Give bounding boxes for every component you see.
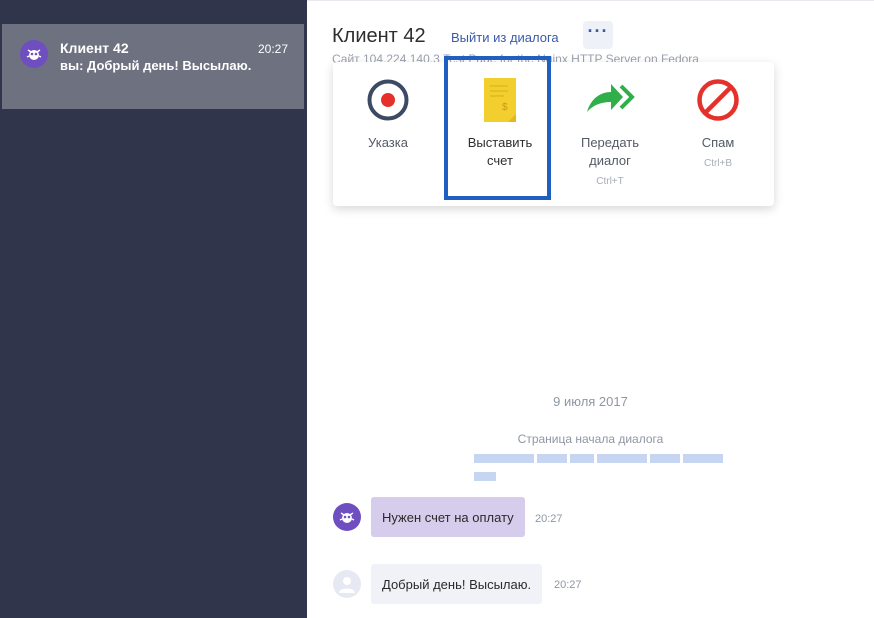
action-transfer-dialog[interactable]: Передать диалог Ctrl+T — [560, 62, 660, 206]
record-icon — [366, 78, 410, 122]
action-label: Передать диалог — [580, 135, 639, 168]
user-icon — [339, 577, 355, 593]
client-title: Клиент 42 — [332, 25, 426, 47]
forward-icon — [587, 78, 635, 122]
chat-name: Клиент 42 — [60, 40, 129, 56]
message-time: 20:27 — [535, 513, 563, 525]
action-label: Выставить счет — [467, 135, 533, 168]
action-issue-invoice[interactable]: $ Выставить счет — [450, 62, 550, 206]
more-actions-button[interactable]: ··· — [583, 21, 613, 49]
action-hotkey: Ctrl+B — [703, 158, 733, 169]
client-avatar — [333, 503, 361, 531]
app-root: Клиент 42 20:27 вы: Добрый день! Высылаю… — [0, 0, 874, 618]
chat-avatar — [20, 40, 48, 68]
more-dots-icon: ··· — [587, 21, 609, 41]
operator-avatar — [333, 570, 361, 598]
action-label: Спам — [701, 135, 735, 150]
chat-preview: вы: Добрый день! Высылаю. — [60, 58, 252, 73]
start-page-label: Страница начала диалога — [517, 432, 664, 446]
message-bubble-operator: Добрый день! Высылаю. — [371, 564, 543, 604]
dialog-panel: Клиент 42 Выйти из диалога ··· Сайт 104.… — [307, 0, 874, 618]
actions-dropdown: Указка $ Выставить счет Передать диалог … — [333, 62, 774, 206]
action-label: Указка — [368, 135, 408, 150]
bug-icon — [339, 512, 355, 523]
start-page-url-blurred — [474, 450, 746, 481]
action-pointer[interactable]: Указка — [338, 62, 438, 206]
block-icon — [696, 78, 740, 122]
conversation-date: 9 июля 2017 — [553, 394, 628, 409]
action-spam[interactable]: Спам Ctrl+B — [668, 62, 768, 206]
bug-icon — [26, 49, 42, 60]
sidebar: Клиент 42 20:27 вы: Добрый день! Высылаю… — [0, 0, 307, 618]
message-time: 20:27 — [554, 579, 582, 591]
chat-time: 20:27 — [257, 42, 288, 56]
invoice-icon: $ — [478, 78, 522, 122]
svg-text:$: $ — [502, 102, 508, 113]
exit-dialog-link[interactable]: Выйти из диалога — [451, 30, 559, 45]
chat-list-item-active[interactable]: Клиент 42 20:27 вы: Добрый день! Высылаю… — [2, 24, 304, 109]
message-bubble-client: Нужен счет на оплату — [371, 497, 525, 537]
action-hotkey: Ctrl+T — [596, 176, 624, 187]
